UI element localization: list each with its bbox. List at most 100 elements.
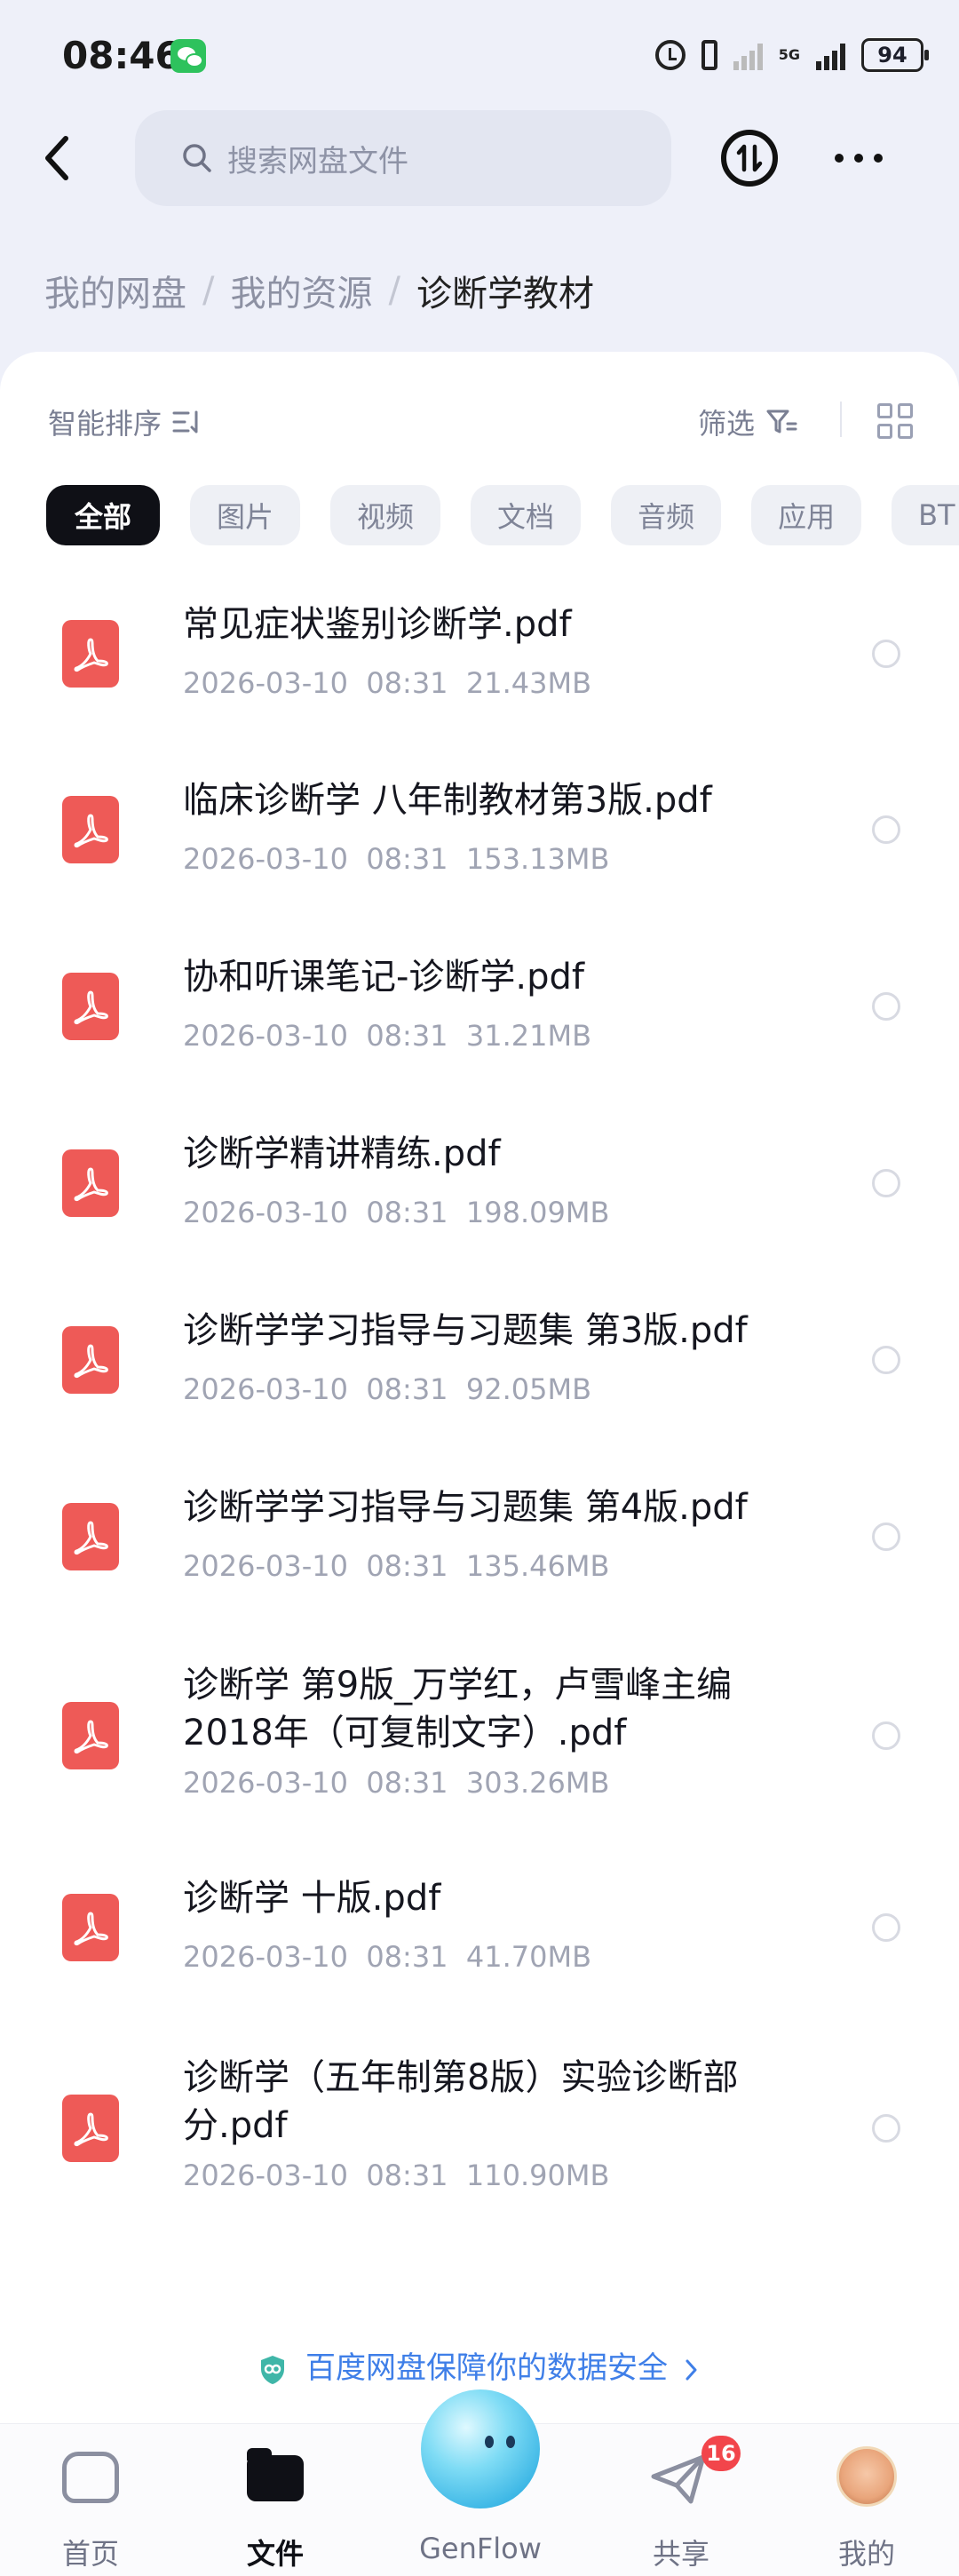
pdf-file-icon: [62, 2095, 119, 2162]
file-name: 诊断学学习指导与习题集 第3版.pdf: [183, 1310, 748, 1351]
file-date: 2026-03-10 08:31: [183, 2159, 448, 2192]
nav-me[interactable]: 我的: [838, 2532, 895, 2572]
select-checkbox[interactable]: [872, 1523, 900, 1551]
file-meta: 2026-03-10 08:31 31.21MB: [183, 1019, 591, 1053]
filter-label: 筛选: [698, 407, 756, 441]
pdf-file-icon: [62, 620, 119, 688]
back-arrow-icon: [45, 136, 68, 180]
file-name: 诊断学（五年制第8版）实验诊断部分.pdf: [183, 2057, 739, 2146]
sort-icon: [172, 410, 198, 433]
shield-icon: [261, 2355, 285, 2384]
share-icon[interactable]: [648, 2452, 710, 2507]
file-size: 135.46MB: [465, 1549, 610, 1583]
nav-files[interactable]: 文件: [247, 2532, 304, 2572]
nav-genflow[interactable]: GenFlow: [409, 2532, 551, 2565]
search-icon: [183, 144, 211, 172]
pdf-file-icon: [62, 796, 119, 863]
file-date: 2026-03-10 08:31: [183, 666, 448, 700]
chip-apps[interactable]: 应用: [751, 485, 862, 545]
pdf-file-icon: [62, 1894, 119, 1961]
file-size: 110.90MB: [465, 2159, 610, 2192]
select-checkbox[interactable]: [872, 2114, 900, 2143]
file-date: 2026-03-10 08:31: [183, 1940, 448, 1974]
vibrate-icon: [701, 40, 717, 70]
genflow-icon[interactable]: [421, 2389, 540, 2508]
filter-button[interactable]: 筛选: [698, 402, 797, 442]
breadcrumb-separator: /: [388, 270, 400, 311]
file-size: 303.26MB: [465, 1766, 610, 1800]
folder-icon[interactable]: [247, 2448, 304, 2501]
file-name: 常见症状鉴别诊断学.pdf: [183, 604, 572, 645]
status-time: 08:46: [62, 34, 181, 77]
file-meta: 2026-03-10 08:31 21.43MB: [183, 666, 591, 700]
breadcrumb-item-my-disk[interactable]: 我的网盘: [44, 265, 186, 316]
toolbar-divider: [840, 402, 842, 437]
file-size: 153.13MB: [465, 842, 610, 876]
file-name: 诊断学精讲精练.pdf: [183, 1133, 501, 1174]
sort-label: 智能排序: [48, 407, 162, 441]
file-meta: 2026-03-10 08:31 92.05MB: [183, 1372, 591, 1406]
breadcrumb-separator: /: [202, 270, 215, 311]
signal-icon: [733, 40, 763, 70]
file-date: 2026-03-10 08:31: [183, 842, 448, 876]
file-meta: 2026-03-10 08:31 41.70MB: [183, 1940, 591, 1974]
select-checkbox[interactable]: [872, 815, 900, 844]
breadcrumb: 我的网盘 / 我的资源 / 诊断学教材: [44, 265, 594, 316]
file-size: 31.21MB: [465, 1019, 592, 1053]
file-name: 协和听课笔记-诊断学.pdf: [183, 957, 585, 998]
wechat-icon: [170, 39, 206, 73]
search-placeholder: 搜索网盘文件: [227, 143, 408, 179]
transfer-icon: [736, 144, 763, 172]
home-icon[interactable]: [62, 2452, 119, 2503]
chip-audio[interactable]: 音频: [611, 485, 722, 545]
alarm-icon: [654, 40, 686, 70]
search-input[interactable]: 搜索网盘文件: [135, 110, 671, 206]
file-meta: 2026-03-10 08:31 198.09MB: [183, 1196, 609, 1229]
chip-images[interactable]: 图片: [190, 485, 301, 545]
file-meta: 2026-03-10 08:31 135.46MB: [183, 1549, 609, 1583]
file-size: 21.43MB: [465, 666, 592, 700]
security-banner-text: 百度网盘保障你的数据安全: [305, 2350, 668, 2386]
select-checkbox[interactable]: [872, 1346, 900, 1374]
chip-bt[interactable]: BT: [892, 485, 959, 545]
file-size: 92.05MB: [465, 1372, 592, 1406]
pdf-file-icon: [62, 1149, 119, 1217]
network-label: 5G: [778, 46, 800, 63]
pdf-file-icon: [62, 1503, 119, 1570]
sort-button[interactable]: 智能排序: [48, 402, 202, 442]
pdf-file-icon: [62, 973, 119, 1040]
chip-videos[interactable]: 视频: [330, 485, 441, 545]
avatar[interactable]: [836, 2446, 897, 2507]
chip-documents[interactable]: 文档: [471, 485, 582, 545]
nav-home[interactable]: 首页: [62, 2532, 119, 2572]
file-date: 2026-03-10 08:31: [183, 1372, 448, 1406]
select-checkbox[interactable]: [872, 640, 900, 668]
security-banner[interactable]: 百度网盘保障你的数据安全: [0, 2343, 959, 2387]
file-meta: 2026-03-10 08:31 153.13MB: [183, 842, 609, 876]
chevron-right-icon: [686, 2359, 697, 2380]
share-badge: 16: [701, 2436, 741, 2471]
back-button[interactable]: [36, 133, 85, 183]
select-checkbox[interactable]: [872, 1913, 900, 1942]
chip-all[interactable]: 全部: [46, 485, 161, 545]
select-checkbox[interactable]: [872, 1721, 900, 1750]
select-checkbox[interactable]: [872, 1169, 900, 1197]
grid-view-icon[interactable]: [877, 403, 913, 439]
filter-icon: [766, 409, 797, 433]
file-size: 41.70MB: [465, 1940, 592, 1974]
file-name: 临床诊断学 八年制教材第3版.pdf: [183, 780, 712, 821]
more-icon[interactable]: [835, 149, 888, 167]
nav-share[interactable]: 共享: [653, 2532, 709, 2572]
file-meta: 2026-03-10 08:31 303.26MB: [183, 1766, 609, 1800]
transfer-button[interactable]: [721, 130, 778, 187]
file-meta: 2026-03-10 08:31 110.90MB: [183, 2159, 609, 2192]
status-icons: 5G 94: [654, 36, 929, 75]
file-date: 2026-03-10 08:31: [183, 1196, 448, 1229]
category-chips: 全部 图片 视频 文档 音频 应用 BT: [46, 485, 959, 545]
pdf-file-icon: [62, 1702, 119, 1769]
breadcrumb-current: 诊断学教材: [416, 274, 594, 314]
file-name: 诊断学学习指导与习题集 第4版.pdf: [183, 1487, 748, 1528]
file-name: 诊断学 十版.pdf: [183, 1878, 441, 1919]
select-checkbox[interactable]: [872, 992, 900, 1021]
breadcrumb-item-my-resources[interactable]: 我的资源: [230, 265, 372, 316]
